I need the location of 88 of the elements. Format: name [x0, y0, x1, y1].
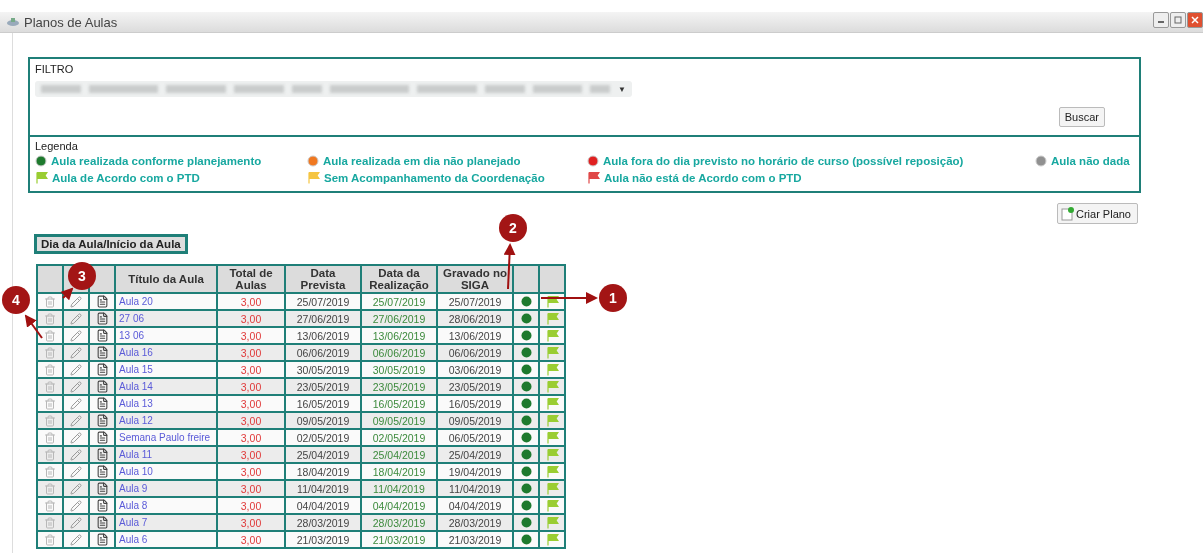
window-icon	[6, 17, 20, 27]
document-plus-icon	[1060, 206, 1075, 221]
callout-number: 1	[599, 284, 627, 312]
callout-number: 2	[499, 214, 527, 242]
legend-item: Aula realizada em dia não planejado	[307, 155, 587, 167]
legend-title: Legenda	[35, 140, 79, 152]
legend-item: Aula de Acordo com o PTD	[35, 171, 307, 184]
maximize-icon	[1174, 16, 1182, 24]
search-button[interactable]: Buscar	[1058, 107, 1105, 127]
lesson-link[interactable]: Aula 6	[119, 534, 148, 545]
callout-arrow	[540, 292, 598, 304]
trash-icon[interactable]	[44, 312, 56, 325]
trash-icon[interactable]	[44, 295, 56, 308]
column-header: Data da Realização	[361, 265, 437, 293]
trash-icon[interactable]	[44, 482, 56, 495]
pencil-icon[interactable]	[70, 312, 82, 325]
legend-item: Aula não está de Acordo com o PTD	[587, 171, 1035, 184]
window-title: Planos de Aulas	[24, 14, 118, 30]
column-header: Gravado no SIGA	[437, 265, 513, 293]
trash-icon[interactable]	[44, 533, 56, 546]
pencil-icon[interactable]	[70, 380, 82, 393]
column-header: Total de Aulas	[217, 265, 285, 293]
create-plan-button[interactable]: Criar Plano	[1056, 203, 1138, 224]
pencil-icon[interactable]	[70, 448, 82, 461]
trash-icon[interactable]	[44, 465, 56, 478]
pencil-icon[interactable]	[70, 329, 82, 342]
trash-icon[interactable]	[44, 380, 56, 393]
trash-icon[interactable]	[44, 329, 56, 342]
pencil-icon[interactable]	[70, 397, 82, 410]
pencil-icon[interactable]	[70, 363, 82, 376]
pencil-icon[interactable]	[70, 482, 82, 495]
filter-label: FILTRO	[35, 63, 75, 75]
document-icon[interactable]	[95, 533, 109, 546]
pencil-icon[interactable]	[70, 414, 82, 427]
lesson-link[interactable]: 27 06	[119, 313, 145, 324]
table-cell: 21/03/2019	[361, 531, 437, 548]
document-icon[interactable]	[95, 516, 109, 529]
sort-tab[interactable]: Dia da Aula/Início da Aula	[34, 234, 188, 254]
select-field[interactable]: ▼	[35, 81, 632, 97]
legend-item: Aula realizada conforme planejamento	[35, 155, 307, 167]
document-icon[interactable]	[95, 482, 109, 495]
close-button[interactable]	[1187, 12, 1203, 28]
document-icon[interactable]	[95, 295, 109, 308]
close-icon	[1191, 16, 1199, 24]
trash-icon[interactable]	[44, 414, 56, 427]
trash-icon[interactable]	[44, 346, 56, 359]
callout-arrow	[24, 314, 43, 339]
pencil-icon[interactable]	[70, 499, 82, 512]
trash-icon[interactable]	[44, 397, 56, 410]
trash-icon[interactable]	[44, 363, 56, 376]
document-icon[interactable]	[95, 363, 109, 376]
trash-icon[interactable]	[44, 516, 56, 529]
lesson-link[interactable]: Aula 8	[119, 500, 148, 511]
table-cell: 3,00	[217, 531, 285, 548]
document-icon[interactable]	[95, 465, 109, 478]
legend-item: Aula não dada	[1035, 155, 1134, 167]
column-header: Título da Aula	[115, 265, 217, 293]
callout-number: 3	[68, 262, 96, 290]
lesson-link[interactable]: Aula 9	[119, 483, 148, 494]
callout-number: 4	[2, 286, 30, 314]
lesson-link[interactable]: 13 06	[119, 330, 145, 341]
pencil-icon[interactable]	[70, 295, 82, 308]
legend-item: Sem Acompanhamento da Coordenação	[307, 171, 587, 184]
lesson-link[interactable]: Aula 7	[119, 517, 148, 528]
document-icon[interactable]	[95, 448, 109, 461]
document-icon[interactable]	[95, 312, 109, 325]
trash-icon[interactable]	[44, 499, 56, 512]
document-icon[interactable]	[95, 499, 109, 512]
pencil-icon[interactable]	[70, 516, 82, 529]
callout-arrow	[60, 287, 74, 301]
document-icon[interactable]	[95, 346, 109, 359]
document-icon[interactable]	[95, 414, 109, 427]
trash-icon[interactable]	[44, 448, 56, 461]
maximize-button[interactable]	[1170, 12, 1186, 28]
pencil-icon[interactable]	[70, 533, 82, 546]
trash-icon[interactable]	[44, 431, 56, 444]
document-icon[interactable]	[95, 397, 109, 410]
table-cell: 21/03/2019	[285, 531, 361, 548]
minimize-button[interactable]	[1153, 12, 1169, 28]
column-header: Data Prevista	[285, 265, 361, 293]
pencil-icon[interactable]	[70, 465, 82, 478]
document-icon[interactable]	[95, 380, 109, 393]
document-icon[interactable]	[95, 329, 109, 342]
table-cell: 21/03/2019	[437, 531, 513, 548]
document-icon[interactable]	[95, 431, 109, 444]
legend-item: Aula fora do dia previsto no horário de curso (possível reposição)	[587, 155, 1035, 167]
pencil-icon[interactable]	[70, 431, 82, 444]
pencil-icon[interactable]	[70, 346, 82, 359]
